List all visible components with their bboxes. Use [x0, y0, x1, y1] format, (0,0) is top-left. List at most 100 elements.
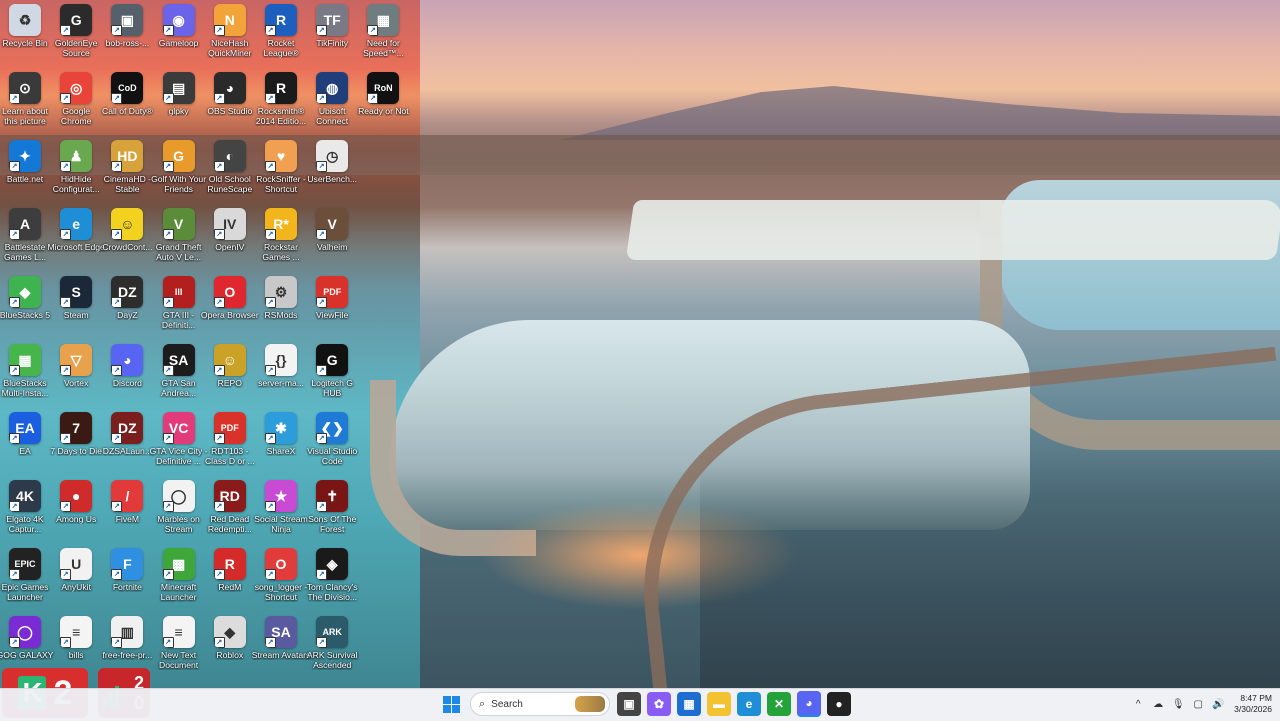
desktop-shortcut[interactable]: RoN ↗ Ready or Not [358, 72, 409, 138]
desktop-shortcut[interactable]: R ↗ Rocket League® [256, 4, 306, 70]
desktop-shortcut[interactable]: ◯ ↗ Marbles on Stream [154, 480, 204, 546]
desktop-shortcut[interactable]: ARK ↗ ARK Survival Ascended [307, 616, 358, 682]
taskbar-store[interactable]: ▦ [677, 692, 701, 716]
desktop-shortcut[interactable]: ◕ ↗ OBS Studio [205, 72, 255, 138]
sharex-icon: ✱ ↗ [265, 412, 297, 444]
taskbar-file-explorer[interactable]: ▬ [707, 692, 731, 716]
desktop-shortcut[interactable]: R* ↗ Rockstar Games ... [256, 208, 306, 274]
desktop-shortcut[interactable]: ⊙ ↗ Learn about this picture [0, 72, 50, 138]
desktop-shortcut[interactable]: ◈ ↗ Tom Clancy's The Divisio... [307, 548, 358, 614]
show-hidden-icon[interactable]: ^ [1131, 697, 1145, 711]
shortcut-arrow-icon: ↗ [265, 433, 276, 444]
desktop-shortcut[interactable]: PDF ↗ RDT103 - Class D or ... [205, 412, 255, 478]
windows-logo-icon [442, 695, 460, 713]
desktop-shortcut[interactable]: {} ↗ server-ma... [256, 344, 306, 410]
taskbar-discord[interactable]: ◕ [797, 691, 821, 717]
icon-glyph: R [275, 80, 287, 96]
onedrive-icon[interactable]: ☁ [1151, 697, 1165, 711]
desktop-shortcut[interactable]: ✦ ↗ Battle.net [0, 140, 50, 206]
desktop-shortcut[interactable]: IV ↗ OpenIV [205, 208, 255, 274]
desktop-shortcut[interactable]: ☺ ↗ CrowdCont... [102, 208, 152, 274]
desktop-shortcut[interactable]: DZ ↗ DZSALaun... [102, 412, 152, 478]
desktop-shortcut[interactable]: PDF ↗ ViewFile [307, 276, 357, 342]
desktop-shortcut[interactable]: ◍ ↗ Ubisoft Connect [307, 72, 357, 138]
microphone-icon[interactable]: 🎙 [1171, 697, 1185, 711]
desktop-shortcut[interactable]: O ↗ song_logger - Shortcut [255, 548, 307, 614]
desktop-shortcut[interactable]: ✱ ↗ ShareX [256, 412, 306, 478]
desktop-shortcut[interactable]: ▦ ↗ BlueStacks Multi-Insta... [0, 344, 50, 410]
desktop-shortcut[interactable]: A ↗ Battlestate Games L... [0, 208, 50, 274]
desktop-shortcut[interactable]: ◎ ↗ Google Chrome [51, 72, 101, 138]
taskbar-xbox[interactable]: ✕ [767, 692, 791, 716]
shortcut-arrow-icon: ↗ [9, 297, 20, 308]
desktop-shortcut[interactable]: HD ↗ CinemaHD - Stable [102, 140, 152, 206]
desktop-shortcut[interactable]: EPIC ↗ Epic Games Launcher [0, 548, 50, 614]
desktop-shortcut[interactable]: RD ↗ Red Dead Redempti... [205, 480, 255, 546]
desktop-shortcut[interactable]: ◐ ↗ Old School RuneScape [205, 140, 255, 206]
taskbar-search-box[interactable]: ⌕ Search [470, 692, 610, 716]
desktop-shortcut[interactable]: ● ↗ Among Us [51, 480, 101, 546]
among-us-icon: ● ↗ [60, 480, 93, 512]
desktop-shortcut[interactable]: ▦ ↗ Need for Speed™... [358, 4, 408, 70]
start-button[interactable] [439, 692, 463, 716]
desktop-shortcut[interactable]: CoD ↗ Call of Duty® [102, 72, 153, 138]
desktop-shortcut[interactable]: ♟ ↗ HidHide Configurat... [51, 140, 101, 206]
desktop-shortcut[interactable]: ❮❯ ↗ Visual Studio Code [307, 412, 357, 478]
shortcut-arrow-icon: ↗ [111, 365, 123, 376]
desktop-shortcut[interactable]: / ↗ FiveM [102, 480, 152, 546]
desktop-shortcut[interactable]: R ↗ Rocksmith® 2014 Editio... [256, 72, 306, 138]
desktop-shortcut[interactable]: ◆ ↗ BlueStacks 5 [0, 276, 50, 342]
desktop-shortcut[interactable]: G ↗ Golf With Your Friends [151, 140, 206, 206]
desktop-shortcut[interactable]: ◉ ↗ Gameloop [154, 4, 204, 70]
volume-icon[interactable]: 🔊 [1211, 697, 1225, 711]
desktop-shortcut[interactable]: ♥ ↗ RockSniffer - Shortcut [256, 140, 306, 206]
desktop-shortcut[interactable]: SA ↗ Stream Avatars [252, 616, 310, 682]
desktop-shortcut[interactable]: e ↗ Microsoft Edge [48, 208, 105, 274]
desktop-shortcut[interactable]: TF ↗ TikFinity [307, 4, 357, 70]
desktop-shortcut-label: Valheim [316, 242, 348, 252]
desktop-shortcut[interactable]: G ↗ Logitech G HUB [307, 344, 357, 410]
desktop-shortcut[interactable]: S ↗ Steam [51, 276, 101, 342]
desktop-shortcut[interactable]: G ↗ GoldenEye Source [51, 4, 101, 70]
desktop-shortcut[interactable]: F ↗ Fortnite [102, 548, 152, 614]
desktop-shortcut[interactable]: ▽ ↗ Vortex [51, 344, 101, 410]
taskbar-copilot[interactable]: ✿ [647, 692, 671, 716]
desktop-shortcut[interactable]: ◷ ↗ UserBench... [307, 140, 357, 206]
desktop-shortcut[interactable]: ▣ ↗ bob-ross-... [102, 4, 152, 70]
taskbar-task-view[interactable]: ▣ [617, 692, 641, 716]
desktop-shortcut[interactable]: 4K ↗ Elgato 4K Captur... [0, 480, 50, 546]
desktop-shortcut[interactable]: III ↗ GTA III - Definiti... [154, 276, 204, 342]
desktop-shortcut[interactable]: ◆ ↗ Roblox [205, 616, 255, 682]
clock[interactable]: 8:47 PM 3/30/2026 [1234, 693, 1272, 715]
desktop-shortcut[interactable]: SA ↗ GTA San Andrea... [154, 344, 204, 410]
clock-time: 8:47 PM [1240, 693, 1272, 703]
network-icon[interactable]: ▢ [1191, 697, 1205, 711]
icon-glyph: ARK [322, 627, 342, 637]
desktop-shortcut[interactable]: ◕ ↗ Discord [102, 344, 152, 410]
pdf-rdt-icon: PDF ↗ [213, 412, 246, 444]
desktop-shortcut[interactable]: ≡ ↗ New Text Document [154, 616, 204, 682]
desktop-shortcut[interactable]: EA ↗ EA [0, 412, 50, 478]
desktop-shortcut[interactable]: ☺ ↗ REPO [205, 344, 255, 410]
desktop-shortcut[interactable]: DZ ↗ DayZ [102, 276, 152, 342]
desktop-shortcut[interactable]: O ↗ Opera Browser [201, 276, 259, 342]
desktop-shortcut[interactable]: ★ ↗ Social Stream Ninja [254, 480, 308, 546]
desktop-shortcut[interactable]: V ↗ Valheim [307, 208, 357, 274]
taskbar-steam-app[interactable]: ● [827, 692, 851, 716]
icon-glyph: ◆ [19, 283, 31, 300]
taskbar-edge[interactable]: e [737, 692, 761, 716]
desktop-shortcut[interactable]: ▩ ↗ Minecraft Launcher [154, 548, 204, 614]
desktop-shortcut[interactable]: V ↗ Grand Theft Auto V Le... [154, 208, 204, 274]
shortcut-arrow-icon: ↗ [213, 25, 225, 36]
desktop-shortcut[interactable]: N ↗ NiceHash QuickMiner [205, 4, 255, 70]
desktop-shortcut[interactable]: ♻ Recycle Bin [0, 4, 50, 70]
desktop-shortcut[interactable]: ⚙ ↗ RSMods [256, 276, 306, 342]
desktop-shortcut[interactable]: R ↗ RedM [205, 548, 255, 614]
shortcut-arrow-icon: ↗ [265, 161, 276, 172]
icon-glyph: {} [275, 352, 287, 368]
desktop-shortcut[interactable]: ▤ ↗ glpky [154, 72, 204, 138]
desktop-shortcut[interactable]: 7 ↗ 7 Days to Die [50, 412, 102, 478]
desktop-shortcut[interactable]: U ↗ AnyUkit [51, 548, 101, 614]
desktop-shortcut[interactable]: ✝ ↗ Sons Of The Forest [307, 480, 357, 546]
desktop-shortcut[interactable]: VC ↗ GTA Vice City - Definitive ... [150, 412, 208, 478]
